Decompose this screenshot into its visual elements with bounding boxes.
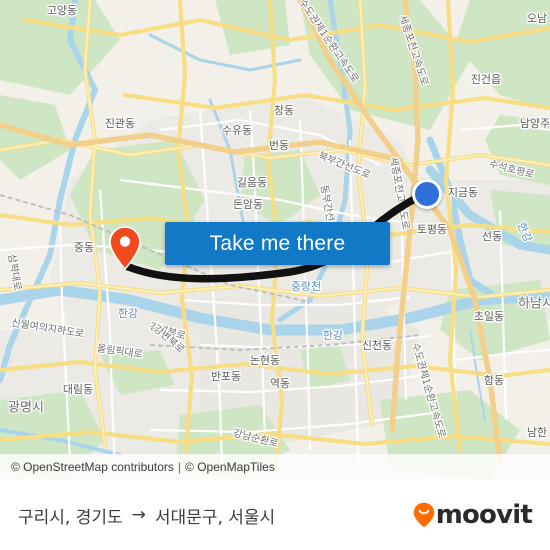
attribution-openmaptiles[interactable]: © OpenMapTiles [185,460,275,474]
destination-dot-icon[interactable] [412,179,442,209]
take-me-there-button[interactable]: Take me there [165,222,390,265]
trip-summary: 구리시, 경기도 → 서대문구, 서울시 [18,503,275,528]
trip-origin: 구리시, 경기도 [18,507,123,528]
arrow-right-icon: → [131,504,146,525]
moovit-wordmark: moovit [435,500,533,530]
attribution-osm[interactable]: © OpenStreetMap contributors [11,460,174,474]
moovit-logo[interactable]: moovit [413,500,533,530]
moovit-pin-icon [413,502,434,528]
footer-bar: 구리시, 경기도 → 서대문구, 서울시 moovit [0,480,550,550]
moovit-map-share-card: 고양동 수도권제1순환고속도로 세종포천고속도로 진건읍 오남 진관동 창동 수유동 번동 남양주… [0,0,550,550]
origin-pin-icon[interactable] [109,226,141,270]
attribution-separator: | [177,460,182,474]
map-viewport[interactable]: 고양동 수도권제1순환고속도로 세종포천고속도로 진건읍 오남 진관동 창동 수유동 번동 남양주… [0,0,550,480]
trip-destination: 서대문구, 서울시 [154,507,276,528]
map-attribution: © OpenStreetMap contributors | © OpenMap… [0,454,550,480]
